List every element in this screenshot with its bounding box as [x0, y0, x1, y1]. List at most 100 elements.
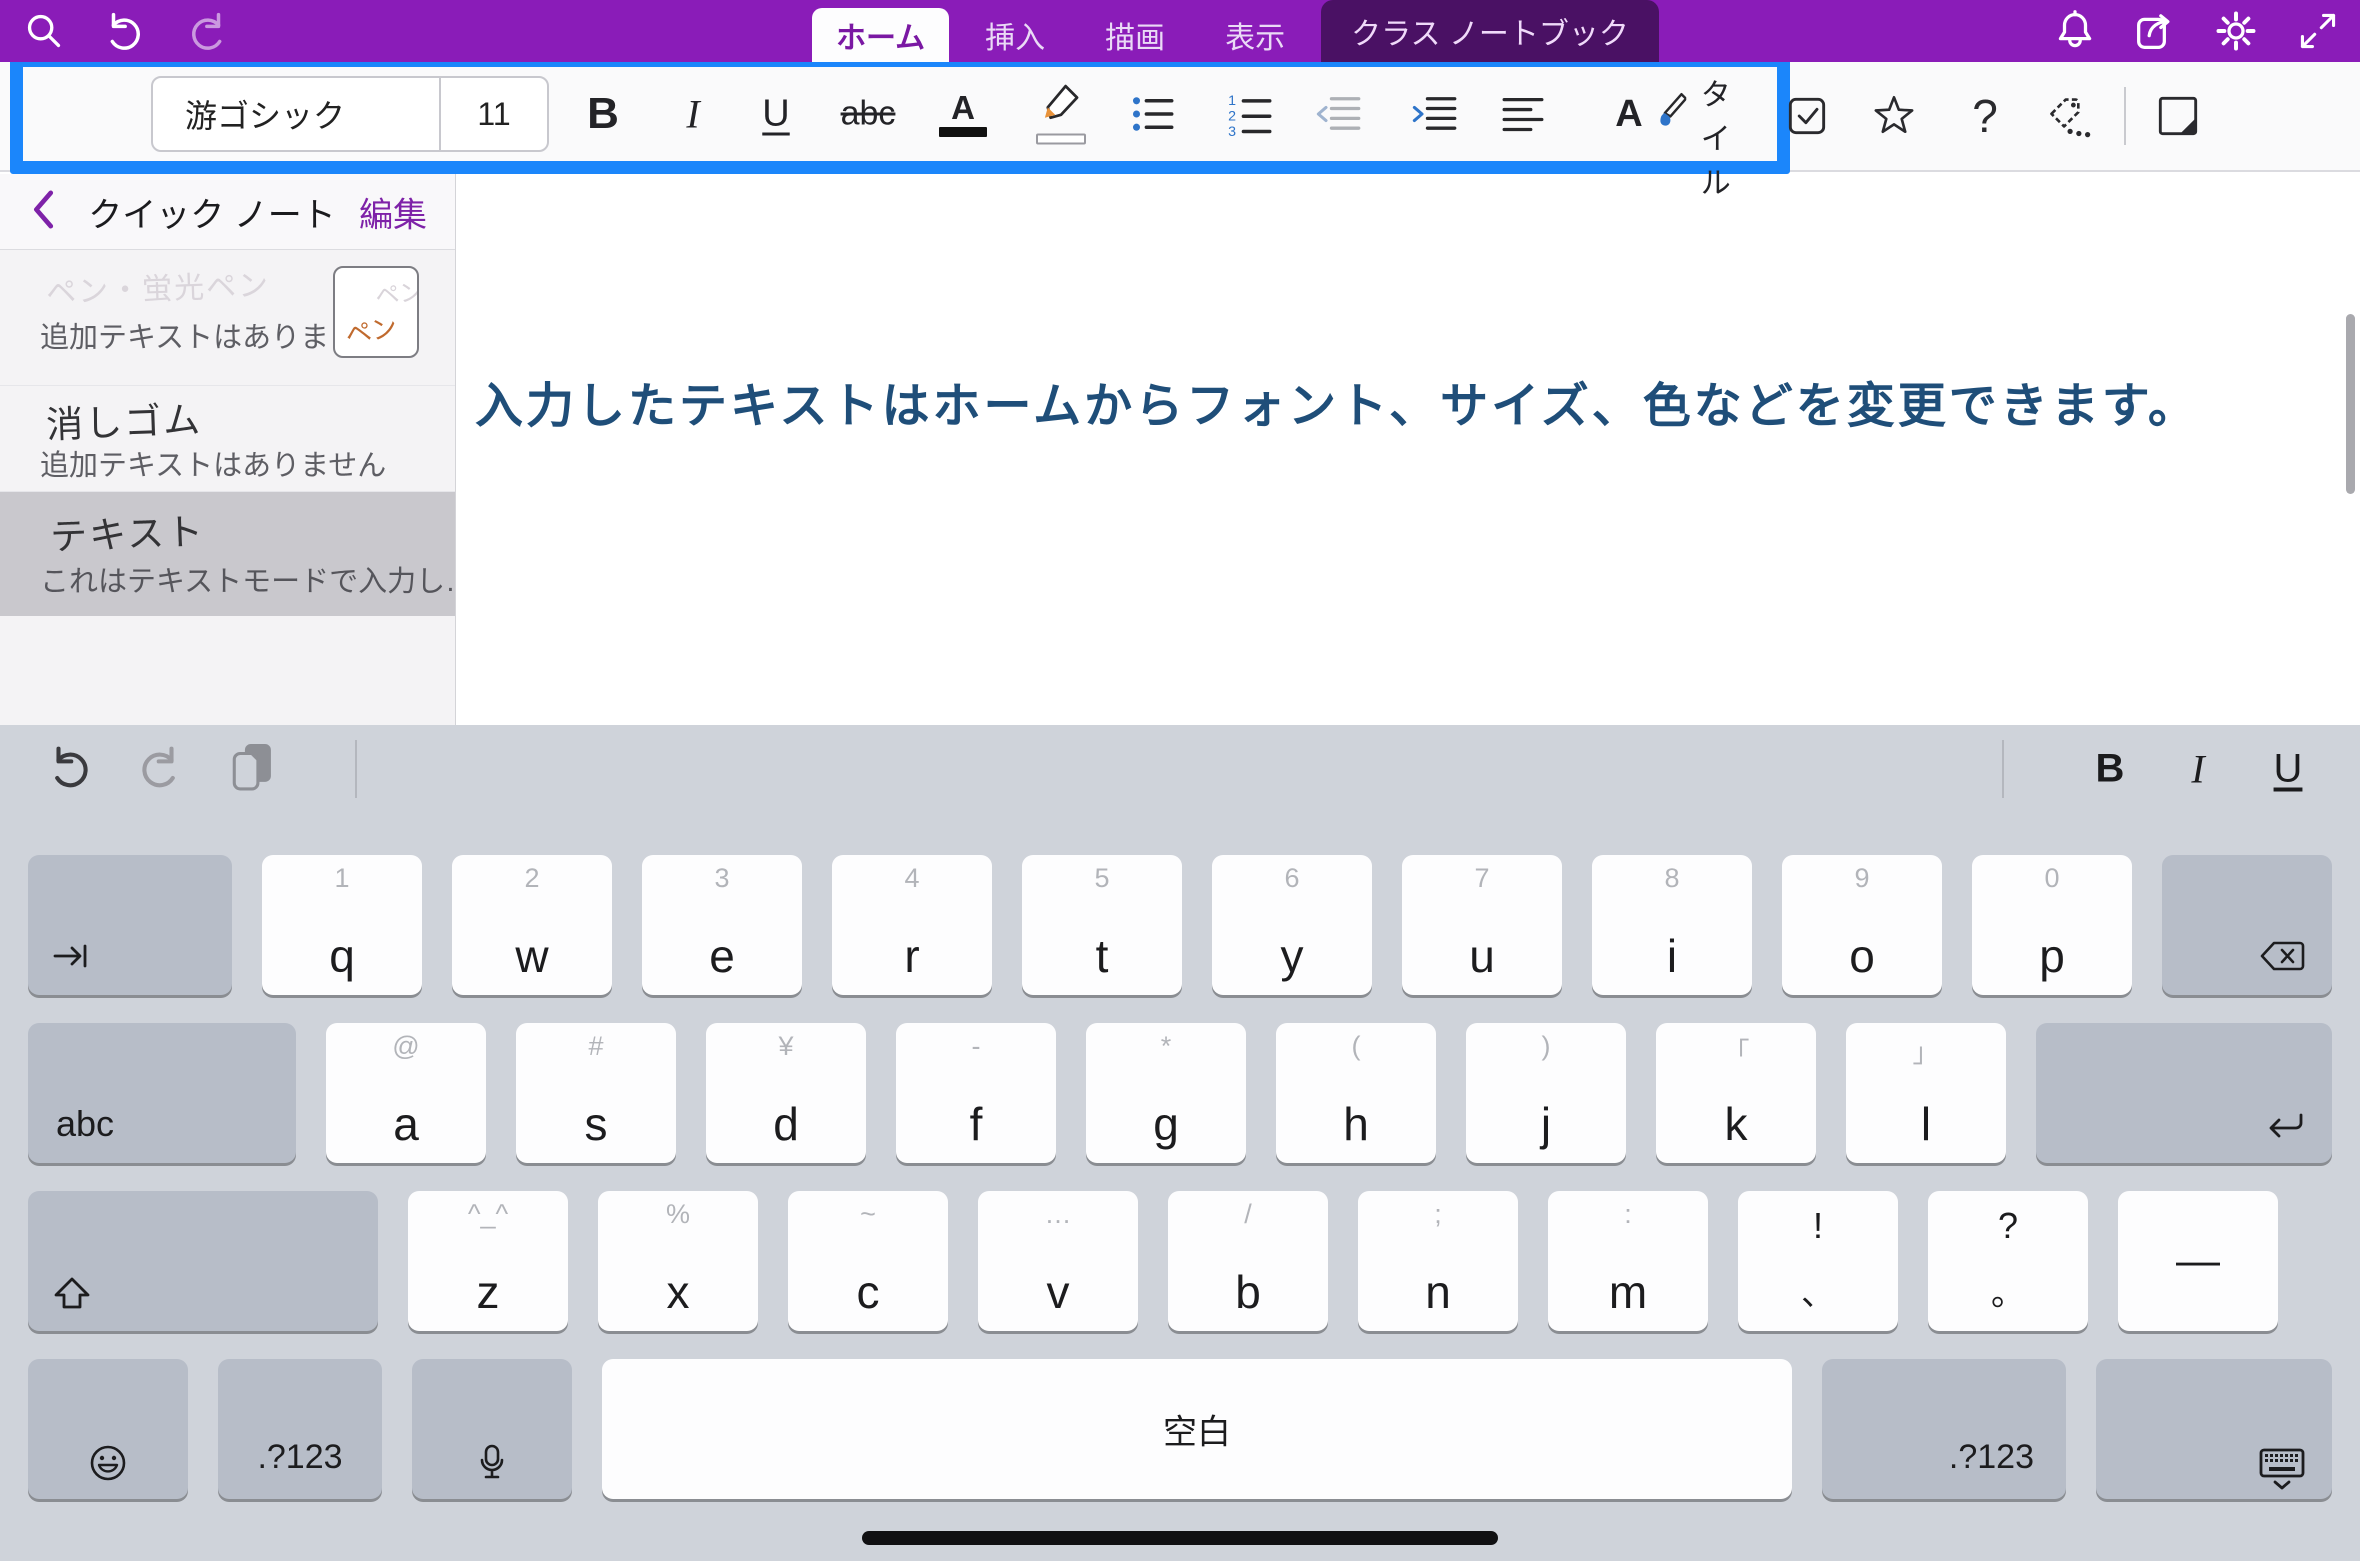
key-r[interactable]: 4r	[832, 855, 992, 995]
key-emoji[interactable]	[28, 1359, 188, 1499]
key-b[interactable]: /b	[1168, 1191, 1328, 1331]
custom-tag-button[interactable]	[2046, 94, 2092, 138]
note-page-canvas[interactable]: 入力したテキストはホームからフォント、サイズ、色などを変更できます。	[457, 174, 2360, 725]
key-backspace[interactable]	[2162, 855, 2332, 995]
key-shift-label: %	[598, 1199, 758, 1230]
keyboard-keys: 1q2w3e4r5t6y7u8i9o0p abc @a#s¥d-f*g(h)j「k」…	[0, 813, 2360, 1499]
key-n[interactable]: ;n	[1358, 1191, 1518, 1331]
svg-text:1: 1	[1228, 93, 1236, 109]
tab-home[interactable]: ホーム	[812, 8, 949, 62]
numbered-list-button[interactable]: 123	[1227, 92, 1273, 136]
settings-gear-icon[interactable]	[2215, 10, 2257, 52]
kb-bold-button[interactable]: B	[2096, 747, 2125, 792]
key-e[interactable]: 3e	[642, 855, 802, 995]
keyboard-row-2: abc @a#s¥d-f*g(h)j「k」l	[28, 1023, 2332, 1163]
key-m[interactable]: :m	[1548, 1191, 1708, 1331]
underline-button[interactable]: U	[762, 93, 789, 136]
bullet-list-button[interactable]	[1131, 93, 1175, 135]
strikethrough-button[interactable]: abc	[841, 95, 896, 134]
key-p[interactable]: 0p	[1972, 855, 2132, 995]
key-shift[interactable]	[28, 1191, 378, 1331]
edit-button[interactable]: 編集	[359, 187, 427, 236]
highlighter-swatch	[1036, 134, 1086, 145]
key-dismiss-keyboard[interactable]	[2096, 1359, 2332, 1499]
question-tag-button[interactable]: ?	[1972, 89, 1998, 143]
key-shift-label: @	[326, 1031, 486, 1062]
page-list-item-eraser[interactable]: 消しゴム 追加テキストはありません	[0, 386, 455, 492]
indent-button[interactable]	[1410, 93, 1458, 135]
key-numbers-right[interactable]: .?123	[1822, 1359, 2066, 1499]
font-size-dropdown[interactable]: 11	[439, 78, 547, 150]
kb-italic-button[interactable]: I	[2191, 746, 2204, 793]
key-numbers-left[interactable]: .?123	[218, 1359, 382, 1499]
kb-redo-icon[interactable]	[137, 744, 183, 795]
key-x[interactable]: %x	[598, 1191, 758, 1331]
key-z[interactable]: ^_^z	[408, 1191, 568, 1331]
key-return[interactable]	[2036, 1023, 2332, 1163]
font-color-button[interactable]: A	[939, 91, 987, 137]
key-c[interactable]: ~c	[788, 1191, 948, 1331]
notifications-bell-icon[interactable]	[2055, 10, 2095, 52]
tab-class-notebook[interactable]: クラス ノートブック	[1321, 0, 1659, 62]
todo-tag-button[interactable]	[1787, 96, 1827, 136]
italic-button[interactable]: I	[686, 91, 699, 138]
key-a[interactable]: @a	[326, 1023, 486, 1163]
alignment-button[interactable]	[1502, 95, 1544, 133]
key-u[interactable]: 7u	[1402, 855, 1562, 995]
key-h[interactable]: (h	[1276, 1023, 1436, 1163]
kb-paste-icon[interactable]	[228, 741, 276, 798]
key-i[interactable]: 8i	[1592, 855, 1752, 995]
key-f[interactable]: -f	[896, 1023, 1056, 1163]
key-s[interactable]: #s	[516, 1023, 676, 1163]
back-chevron-icon[interactable]	[30, 189, 56, 234]
page-color-button[interactable]	[2157, 95, 2199, 137]
key-l[interactable]: 」l	[1846, 1023, 2006, 1163]
key-j[interactable]: )j	[1466, 1023, 1626, 1163]
vertical-scrollbar[interactable]	[2346, 314, 2355, 494]
key-d[interactable]: ¥d	[706, 1023, 866, 1163]
highlighter-button[interactable]	[1036, 84, 1086, 145]
key-y[interactable]: 6y	[1212, 855, 1372, 995]
bold-button[interactable]: B	[587, 89, 619, 139]
key-t[interactable]: 5t	[1022, 855, 1182, 995]
key-label: y	[1212, 929, 1372, 983]
key-w[interactable]: 2w	[452, 855, 612, 995]
key-label: abc	[56, 1103, 114, 1145]
font-picker: 游ゴシック 11	[151, 76, 549, 152]
search-icon[interactable]	[24, 11, 64, 51]
share-icon[interactable]	[2134, 10, 2176, 52]
home-indicator[interactable]	[862, 1531, 1498, 1545]
content-area: クイック ノート 編集 ペン・蛍光ペン 追加テキストはありま… ペン ペン 消し…	[0, 174, 2360, 725]
undo-icon[interactable]	[103, 10, 145, 52]
kb-undo-icon[interactable]	[47, 744, 93, 795]
important-star-button[interactable]	[1872, 94, 1916, 138]
key-o[interactable]: 9o	[1782, 855, 1942, 995]
fullscreen-expand-icon[interactable]	[2298, 11, 2338, 51]
page-list-item-text-selected[interactable]: テキスト これはテキストモードで入力し…	[0, 492, 455, 616]
key-space[interactable]: 空白	[602, 1359, 1792, 1499]
kb-underline-button[interactable]: U	[2274, 747, 2303, 792]
font-name-dropdown[interactable]: 游ゴシック	[153, 78, 439, 150]
key-q[interactable]: 1q	[262, 855, 422, 995]
key-shift-label: :	[1548, 1199, 1708, 1230]
key-tab[interactable]	[28, 855, 232, 995]
key-label: e	[642, 929, 802, 983]
key-k[interactable]: 「k	[1656, 1023, 1816, 1163]
tab-insert[interactable]: 挿入	[961, 8, 1069, 62]
key-g[interactable]: *g	[1086, 1023, 1246, 1163]
key-label: k	[1656, 1097, 1816, 1151]
key-v[interactable]: …v	[978, 1191, 1138, 1331]
redo-icon[interactable]	[187, 10, 229, 52]
key-label: .?123	[1949, 1438, 2034, 1477]
key-japanese-comma[interactable]: !、	[1738, 1191, 1898, 1331]
outdent-button[interactable]	[1314, 93, 1362, 135]
key-japanese-period[interactable]: ?。	[1928, 1191, 2088, 1331]
keyboard-row-1: 1q2w3e4r5t6y7u8i9o0p	[28, 855, 2332, 995]
key-abc-mode[interactable]: abc	[28, 1023, 296, 1163]
key-dictation[interactable]	[412, 1359, 572, 1499]
tab-view[interactable]: 表示	[1201, 8, 1309, 62]
key-label: t	[1022, 929, 1182, 983]
page-list-item-pen[interactable]: ペン・蛍光ペン 追加テキストはありま… ペン ペン	[0, 250, 455, 386]
tab-draw[interactable]: 描画	[1081, 8, 1189, 62]
key-dash[interactable]: —	[2118, 1191, 2278, 1331]
